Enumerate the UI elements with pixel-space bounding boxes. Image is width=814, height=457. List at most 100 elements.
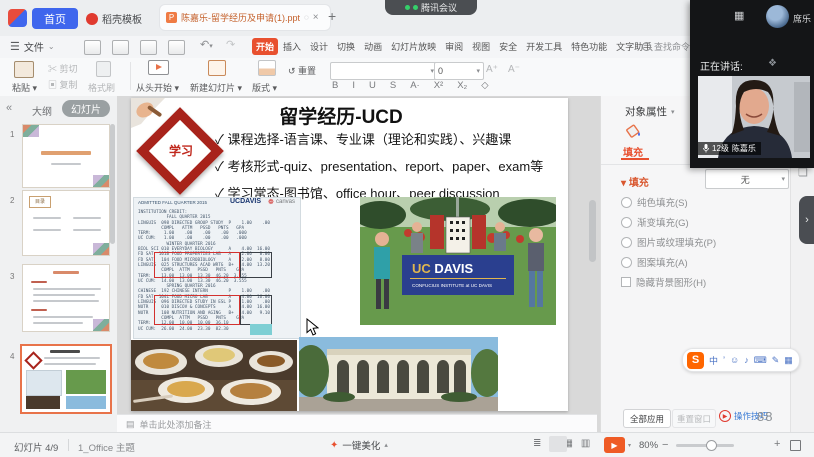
font-name-select[interactable]: ▾ [330, 62, 438, 80]
paste-button[interactable]: 粘贴 ▾ [12, 81, 37, 94]
copy-button[interactable]: ▣ 复制 [48, 78, 78, 91]
canvas-scrollbar[interactable] [589, 200, 596, 262]
preview-icon[interactable] [168, 40, 185, 55]
zoom-out-icon[interactable]: − [662, 439, 668, 451]
format-painter-button[interactable]: 格式刷 [88, 81, 115, 94]
ribbon-tab[interactable]: 特色功能 [567, 38, 611, 55]
zoom-slider-knob[interactable] [706, 440, 717, 451]
reset-window-button[interactable]: 重置窗口 [672, 409, 716, 428]
food-plates-photo[interactable] [131, 340, 297, 411]
fill-option[interactable]: 纯色填充(S) [621, 192, 716, 212]
grid-view-glyph[interactable]: 88 [757, 409, 773, 424]
fill-option[interactable]: 图片或纹理填充(P) [621, 232, 716, 252]
save-icon[interactable] [84, 40, 101, 55]
ucdavis-banner-photo[interactable]: UC DAVIS CONFUCIUS INSTITUTE at UC DAVIS [360, 197, 556, 325]
notes-bar[interactable]: ▤ 单击此处添加备注 [117, 414, 597, 433]
slideshow-play-button[interactable]: ▶ [604, 437, 625, 453]
sogou-tool-icon[interactable]: ’ [723, 355, 725, 365]
beautify-button[interactable]: ✦ 一键美化 ▴ [330, 438, 388, 452]
meeting-share-pill[interactable]: 腾讯会议 [385, 0, 477, 15]
layout-button[interactable]: 版式 ▾ [252, 81, 277, 94]
chevron-down-icon[interactable]: ▾ [671, 108, 675, 116]
tab-close-icon[interactable]: × [313, 12, 319, 23]
cut-button[interactable]: ✂ 剪切 [48, 62, 78, 75]
ribbon-tab[interactable]: 开发工具 [522, 38, 566, 55]
radio-icon[interactable] [621, 237, 632, 248]
fill-option[interactable]: 渐变填充(G) [621, 212, 716, 232]
increase-font-icon[interactable]: A⁺ [486, 64, 498, 75]
sogou-tool-icon[interactable]: ☺ [730, 355, 739, 365]
slide-bullets[interactable]: ✓ 课程选择-语言课、专业课（理论和实践）、兴趣课✓ 考核形式-quiz、pre… [215, 126, 543, 207]
fill-option[interactable]: 图案填充(A) [621, 252, 716, 272]
ribbon-tab[interactable]: 开始 [252, 38, 278, 55]
decrease-font-icon[interactable]: A⁻ [508, 64, 520, 75]
ribbon-tab[interactable]: 插入 [279, 38, 305, 55]
slide-thumbnail-4-selected[interactable] [20, 344, 112, 414]
expand-panel-tab[interactable]: › [799, 196, 814, 244]
tab-slides[interactable]: 幻灯片 [62, 100, 110, 117]
play-options-chevron[interactable]: ▾ [628, 442, 631, 449]
new-tab-button[interactable]: + [328, 8, 336, 24]
campus-building-photo[interactable] [299, 337, 498, 411]
format-button[interactable]: U [369, 80, 376, 91]
fill-section-header[interactable]: ▾ 填充 [621, 174, 649, 189]
sogou-logo[interactable]: S [687, 352, 704, 369]
fill-bucket-icon[interactable] [625, 122, 643, 140]
ribbon-tab[interactable]: 动画 [360, 38, 386, 55]
ribbon-tab[interactable]: 安全 [495, 38, 521, 55]
all-apps-button[interactable]: 全部应用 [623, 409, 671, 428]
format-button[interactable]: B [332, 80, 338, 91]
slide-editing-area[interactable]: 学习 留学经历-UCD ✓ 课程选择-语言课、专业课（理论和实践）、兴趣课✓ 考… [131, 98, 568, 411]
format-button[interactable]: I [352, 80, 355, 91]
zoom-in-icon[interactable]: + [774, 438, 780, 450]
from-start-button[interactable]: 从头开始 ▾ [136, 81, 179, 94]
format-button[interactable]: X² [434, 80, 444, 91]
font-size-select[interactable]: 0▾ [434, 62, 484, 80]
radio-icon[interactable] [621, 197, 632, 208]
sogou-tool-icon[interactable]: ♪ [744, 355, 749, 365]
ribbon-tab[interactable]: 设计 [306, 38, 332, 55]
zoom-slider-track[interactable] [676, 444, 734, 447]
sogou-tool-icon[interactable]: ⌨ [754, 355, 767, 366]
file-menu[interactable]: ☰ 文件 ⌄ [10, 39, 55, 54]
format-button[interactable]: ◇ [481, 80, 488, 91]
fill-type-dropdown[interactable]: 无 ▾ [705, 169, 789, 189]
panel-scrollbar[interactable] [110, 124, 115, 244]
slide-thumbnail-3[interactable] [22, 264, 110, 332]
sogou-tool-icon[interactable]: ✎ [772, 355, 780, 366]
radio-icon[interactable] [621, 257, 632, 268]
ribbon-tab[interactable]: 切换 [333, 38, 359, 55]
docer-template-tab[interactable]: 稻壳模板 [86, 8, 142, 29]
fill-tab[interactable]: 填充 [623, 144, 643, 159]
tab-sync-icon[interactable]: ◌ [304, 13, 309, 22]
view-mode-icon[interactable]: ▥ [581, 438, 590, 449]
home-tab[interactable]: 首页 [32, 8, 78, 29]
new-slide-button[interactable]: 新建幻灯片 ▾ [190, 81, 242, 94]
reset-button[interactable]: ↺ 重置 [288, 64, 316, 77]
slide-thumbnail-1[interactable] [22, 124, 110, 188]
checkbox-icon[interactable] [621, 277, 631, 287]
sogou-tool-icon[interactable]: ▦ [784, 355, 793, 366]
hide-background-checkbox[interactable]: 隐藏背景图形(H) [621, 272, 706, 292]
slide-thumbnail-2[interactable]: 目录 [22, 190, 110, 256]
webcam-video[interactable]: 12级 陈嘉乐 [698, 76, 810, 158]
print-icon[interactable] [112, 40, 129, 55]
layout-grid-icon[interactable]: ▦ [734, 9, 744, 22]
fit-window-icon[interactable] [790, 440, 801, 451]
sogou-tool-icon[interactable]: 中 [709, 354, 718, 367]
tab-outline[interactable]: 大纲 [32, 103, 52, 118]
ribbon-tab[interactable]: 审阅 [441, 38, 467, 55]
slide-title[interactable]: 留学经历-UCD [191, 102, 491, 129]
transcript-screenshot[interactable]: ADMITTED FALL QUARTER 2015 UCDAVIS ❁ can… [133, 197, 301, 339]
format-button[interactable]: X₂ [457, 80, 467, 91]
zoom-level[interactable]: 80% [639, 440, 658, 451]
redo-icon[interactable]: ↷ [226, 38, 235, 51]
format-button[interactable]: S [390, 80, 396, 91]
collapse-panel-icon[interactable]: « [6, 102, 12, 114]
view-mode-icon[interactable]: ≣ [533, 438, 541, 449]
user-avatar[interactable] [766, 5, 789, 28]
ribbon-tab[interactable]: 视图 [468, 38, 494, 55]
undo-icon[interactable]: ↶▾ [200, 38, 213, 51]
document-tab[interactable]: P 陈嘉乐-留学经历及申请(1).ppt ◌ × [160, 5, 330, 30]
export-icon[interactable] [140, 40, 157, 55]
